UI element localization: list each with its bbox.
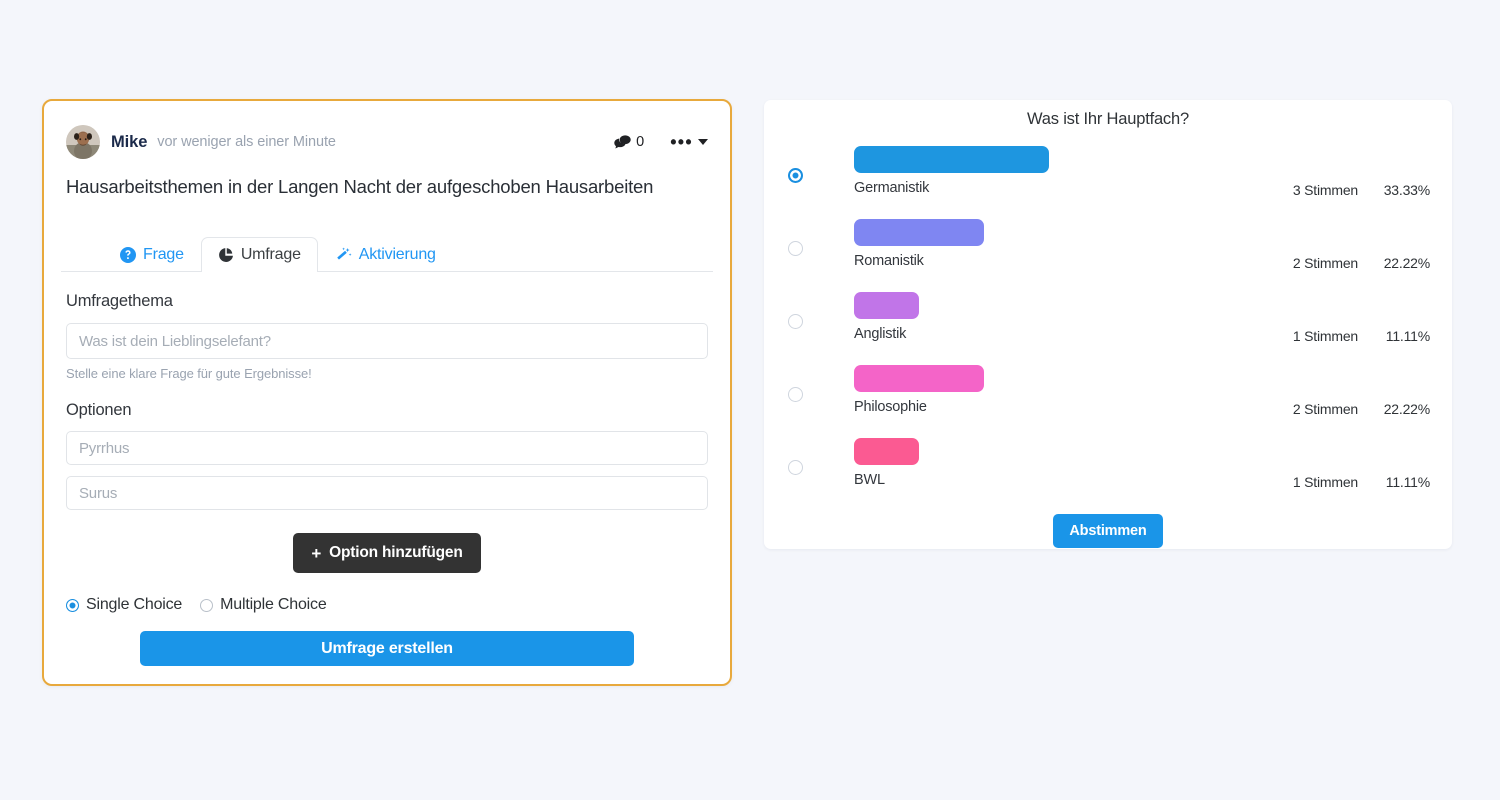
plus-icon: +	[311, 543, 322, 563]
ellipsis-icon: •••	[670, 132, 693, 152]
poll-bar-block-germanistik: Germanistik	[854, 143, 1184, 196]
vote-button[interactable]: Abstimmen	[1053, 514, 1163, 548]
choice-mode-single[interactable]: Single Choice	[66, 596, 182, 614]
poll-result-row[interactable]: Anglistik 1 Stimmen 11.11%	[764, 289, 1452, 362]
poll-bar-philosophie	[854, 365, 984, 392]
more-menu-button[interactable]: •••	[670, 132, 708, 152]
poll-option-label-anglistik: Anglistik	[854, 326, 907, 342]
tab-umfrage[interactable]: Umfrage	[200, 237, 318, 273]
poll-result-row[interactable]: Philosophie 2 Stimmen 22.22%	[764, 362, 1452, 435]
poll-option-radio-germanistik[interactable]	[788, 168, 803, 183]
poll-option-label-germanistik: Germanistik	[854, 180, 930, 196]
poll-percent-romanistik: 22.22%	[1383, 255, 1430, 271]
author-name: Mike	[111, 132, 148, 151]
poll-bar-bwl	[854, 438, 919, 465]
topic-label: Umfragethema	[66, 292, 173, 311]
screen: Mike vor weniger als einer Minute 0 ••• …	[0, 0, 1500, 800]
poll-percent-philosophie: 22.22%	[1383, 401, 1430, 417]
tab-bar: Frage Umfrage Aktivierung	[61, 232, 713, 273]
poll-votes-anglistik: 1 Stimmen	[1292, 328, 1358, 344]
question-circle-icon	[120, 247, 136, 264]
choice-mode-single-label: Single Choice	[86, 596, 183, 614]
poll-percent-anglistik: 11.11%	[1385, 328, 1430, 344]
choice-mode-multiple-label: Multiple Choice	[220, 596, 327, 614]
poll-votes-romanistik: 2 Stimmen	[1292, 255, 1358, 271]
topic-input[interactable]	[66, 323, 708, 360]
options-label: Optionen	[66, 401, 132, 420]
poll-result-row[interactable]: Romanistik 2 Stimmen 22.22%	[764, 216, 1452, 289]
avatar	[66, 125, 100, 159]
poll-option-radio-anglistik[interactable]	[788, 314, 803, 329]
poll-bar-romanistik	[854, 219, 984, 246]
create-poll-button[interactable]: Umfrage erstellen	[140, 631, 634, 667]
poll-percent-germanistik: 33.33%	[1383, 182, 1430, 198]
poll-stats-anglistik: 1 Stimmen 11.11%	[1184, 289, 1430, 344]
comment-count: 0	[636, 134, 645, 150]
choice-mode-multiple[interactable]: Multiple Choice	[200, 596, 327, 614]
poll-option-label-bwl: BWL	[854, 472, 885, 488]
poll-results-panel: Was ist Ihr Hauptfach? Germanistik 3 Sti…	[764, 100, 1452, 549]
tab-label-frage: Frage	[143, 246, 184, 264]
topic-help-text: Stelle eine klare Frage für gute Ergebni…	[66, 366, 312, 382]
vote-row: Abstimmen	[764, 514, 1452, 548]
post-title: Hausarbeitsthemen in der Langen Nacht de…	[66, 176, 654, 197]
tab-label-aktivierung: Aktivierung	[358, 246, 436, 264]
poll-option-radio-philosophie[interactable]	[788, 387, 803, 402]
post-card: Mike vor weniger als einer Minute 0 ••• …	[42, 99, 732, 686]
comment-bubble-icon	[614, 134, 631, 150]
poll-bar-block-philosophie: Philosophie	[854, 362, 1184, 415]
poll-form: Umfragethema Stelle eine klare Frage für…	[44, 292, 730, 667]
poll-results-list: Germanistik 3 Stimmen 33.33% Romanistik …	[764, 129, 1452, 508]
add-option-row: + Option hinzufügen	[66, 533, 708, 574]
tab-label-umfrage: Umfrage	[240, 246, 301, 264]
poll-option-radio-romanistik[interactable]	[788, 241, 803, 256]
magic-wand-icon	[335, 247, 352, 263]
poll-votes-philosophie: 2 Stimmen	[1292, 401, 1358, 417]
radio-multiple-choice[interactable]	[200, 598, 214, 612]
poll-stats-germanistik: 3 Stimmen 33.33%	[1184, 143, 1430, 198]
poll-option-label-romanistik: Romanistik	[854, 253, 924, 269]
poll-stats-philosophie: 2 Stimmen 22.22%	[1184, 362, 1430, 417]
pie-chart-icon	[218, 247, 234, 263]
poll-bar-block-anglistik: Anglistik	[854, 289, 1184, 342]
poll-stats-bwl: 1 Stimmen 11.11%	[1184, 435, 1430, 490]
poll-votes-bwl: 1 Stimmen	[1292, 474, 1358, 490]
option-input-2[interactable]	[66, 476, 708, 511]
post-timestamp: vor weniger als einer Minute	[157, 134, 336, 150]
tab-aktivierung[interactable]: Aktivierung	[318, 237, 453, 271]
comment-count-button[interactable]: 0	[614, 134, 644, 150]
radio-single-choice[interactable]	[66, 598, 79, 612]
poll-result-row[interactable]: Germanistik 3 Stimmen 33.33%	[764, 143, 1452, 216]
add-option-label: Option hinzufügen	[329, 544, 463, 562]
poll-percent-bwl: 11.11%	[1385, 474, 1430, 490]
poll-option-label-philosophie: Philosophie	[854, 399, 927, 415]
poll-bar-anglistik	[854, 292, 919, 319]
poll-option-radio-bwl[interactable]	[788, 460, 803, 475]
post-header: Mike vor weniger als einer Minute 0 •••	[44, 101, 730, 161]
poll-votes-germanistik: 3 Stimmen	[1292, 182, 1358, 198]
chevron-down-icon	[698, 139, 708, 145]
submit-row: Umfrage erstellen	[66, 631, 708, 667]
poll-stats-romanistik: 2 Stimmen 22.22%	[1184, 216, 1430, 271]
add-option-button[interactable]: + Option hinzufügen	[293, 533, 481, 574]
tab-frage[interactable]: Frage	[103, 237, 201, 271]
poll-bar-block-romanistik: Romanistik	[854, 216, 1184, 269]
poll-result-row[interactable]: BWL 1 Stimmen 11.11%	[764, 435, 1452, 508]
option-input-1[interactable]	[66, 431, 708, 466]
poll-question: Was ist Ihr Hauptfach?	[1027, 110, 1189, 128]
poll-bar-germanistik	[854, 146, 1049, 173]
choice-mode-group: Single Choice Multiple Choice	[66, 596, 708, 614]
poll-bar-block-bwl: BWL	[854, 435, 1184, 488]
